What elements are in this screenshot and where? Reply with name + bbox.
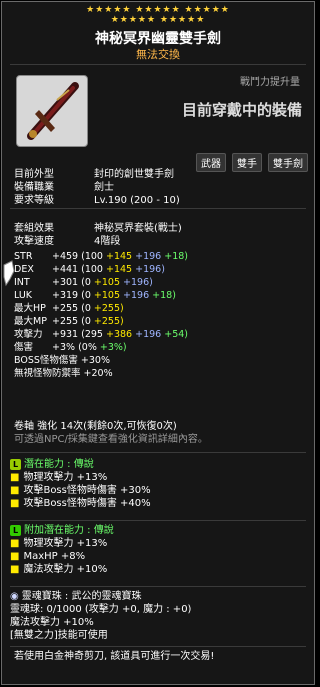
divider xyxy=(10,64,306,65)
star-force: ★★★★★ ★★★★★ ★★★★★ ★★★★★ ★★★★★ xyxy=(2,2,314,28)
additional-potential-section: L 附加潛在能力 : 傳說 ■ 物理攻擊力 +13% ■ MaxHP +8% ■ 魔法攻… xyxy=(10,524,114,576)
ignore-defense: 無視怪物防禦率 +20% xyxy=(14,368,113,379)
item-tooltip: ★★★★★ ★★★★★ ★★★★★ ★★★★★ ★★★★★ 神秘冥界幽靈雙手劍 … xyxy=(1,1,315,685)
info-row: 裝備職業 劍士 xyxy=(14,182,114,193)
potential-title: L 潛在能力 : 傳說 xyxy=(10,458,151,471)
star-row-2: ★★★★★ ★★★★★ xyxy=(110,15,206,25)
hand-cursor-icon xyxy=(2,257,16,291)
potential-line: ■ 物理攻擊力 +13% xyxy=(10,472,108,483)
category-chips: 武器 雙手 雙手劍 xyxy=(196,153,308,172)
stat-dex: DEX +441 (100 +145 +196) xyxy=(14,264,165,275)
stats-section: 套組效果 神秘冥界套裝(戰士) 攻擊速度 4階段 xyxy=(14,222,182,248)
divider xyxy=(10,520,306,521)
divider xyxy=(10,646,306,647)
soul-title: ◉ 靈魂寶珠 : 武公的靈魂寶珠 xyxy=(10,591,142,602)
info-row: 要求等級 Lv.190 (200 - 10) xyxy=(14,195,180,206)
soul-section: ◉ 靈魂寶珠 : 武公的靈魂寶珠 靈魂球: 0/1000 (攻擊力 +0, 魔力 … xyxy=(10,590,191,642)
legendary-badge-icon: L xyxy=(10,459,21,470)
stat-int: INT +301 (0 +105 +196) xyxy=(14,277,153,288)
boss-damage: BOSS怪物傷害 +30% xyxy=(14,355,110,366)
set-row: 套組效果 神秘冥界套裝(戰士) xyxy=(14,223,182,234)
legendary-badge-icon: L xyxy=(10,525,21,536)
stat-maxhp: 最大HP +255 (0 +255) xyxy=(14,303,124,314)
stat-str: STR +459 (100 +145 +196 +18) xyxy=(14,251,189,262)
trade-status: 無法交換 xyxy=(136,48,180,61)
divider xyxy=(10,208,306,209)
stat-lines: STR +459 (100 +145 +196 +18) DEX +441 (1… xyxy=(14,250,188,380)
soul-gauge: 靈魂球: 0/1000 (攻擊力 +0, 魔力 : +0) xyxy=(10,604,192,615)
stat-damage: 傷害 +3% (0% +3%) xyxy=(14,342,127,353)
trade-note: 若使用白金神奇剪刀, 該道具可進行一次交易! xyxy=(14,651,215,662)
additional-line: ■ 魔法攻擊力 +10% xyxy=(10,564,108,575)
scroll-hint: 可透過NPC/採集鍵查看強化資訊詳細內容。 xyxy=(14,434,208,445)
stat-luk: LUK +319 (0 +105 +196 +18) xyxy=(14,290,176,301)
chip-weapon: 武器 xyxy=(196,153,226,172)
additional-title: L 附加潛在能力 : 傳說 xyxy=(10,524,114,537)
soul-skill: [無雙之力]技能可使用 xyxy=(10,630,108,641)
divider xyxy=(10,586,306,587)
soul-stat: 魔法攻擊力 +10% xyxy=(10,617,94,628)
additional-line: ■ 物理攻擊力 +13% xyxy=(10,538,108,549)
stat-maxmp: 最大MP +255 (0 +255) xyxy=(14,316,124,327)
divider xyxy=(10,452,306,453)
item-header: 戰鬥力提升量 目前穿戴中的裝備 xyxy=(2,69,314,147)
additional-line: ■ MaxHP +8% xyxy=(10,551,86,562)
speed-row: 攻擊速度 4階段 xyxy=(14,236,121,247)
potential-line: ■ 攻擊Boss怪物時傷害 +30% xyxy=(10,485,151,496)
scroll-section: 卷軸 強化 14次(剩餘0次,可恢復0次) 可透過NPC/採集鍵查看強化資訊詳細… xyxy=(14,420,208,446)
sword-icon xyxy=(16,75,88,147)
potential-section: L 潛在能力 : 傳說 ■ 物理攻擊力 +13% ■ 攻擊Boss怪物時傷害 +30%… xyxy=(10,458,151,510)
stat-attack: 攻擊力 +931 (295 +386 +196 +54) xyxy=(14,329,189,340)
equipped-label: 目前穿戴中的裝備 xyxy=(181,101,302,119)
item-name: 神秘冥界幽靈雙手劍 xyxy=(95,31,221,47)
scroll-info: 卷軸 強化 14次(剩餘0次,可恢復0次) xyxy=(14,421,177,432)
info-row: 目前外型 封印的創世雙手劍 xyxy=(14,169,174,180)
chip-two-handed-sword: 雙手劍 xyxy=(268,153,308,172)
star-row-1: ★★★★★ ★★★★★ ★★★★★ xyxy=(86,5,230,15)
soul-orb-icon: ◉ xyxy=(10,591,19,602)
info-section: 目前外型 封印的創世雙手劍 裝備職業 劍士 要求等級 Lv.190 (200 - 10… xyxy=(14,168,180,207)
chip-two-handed: 雙手 xyxy=(232,153,262,172)
potential-line: ■ 攻擊Boss怪物時傷害 +40% xyxy=(10,498,151,509)
power-increase-label: 戰鬥力提升量 xyxy=(240,77,300,88)
